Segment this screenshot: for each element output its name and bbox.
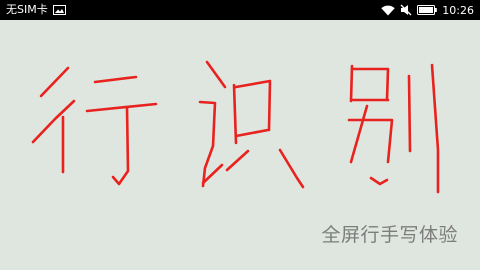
ink-stroke bbox=[232, 83, 238, 145]
ink-strokes bbox=[31, 60, 440, 194]
ink-stroke bbox=[349, 104, 369, 164]
ink-stroke bbox=[347, 118, 394, 164]
status-bar-left: 无SIM卡 bbox=[6, 0, 66, 20]
ink-stroke bbox=[85, 102, 158, 113]
ink-stroke bbox=[225, 149, 250, 172]
ink-stroke bbox=[278, 148, 305, 189]
ink-stroke bbox=[93, 75, 138, 84]
clock-time: 10:26 bbox=[442, 3, 474, 17]
ink-stroke bbox=[369, 176, 389, 186]
ink-stroke bbox=[407, 74, 412, 153]
battery-icon bbox=[417, 5, 438, 15]
wifi-icon bbox=[381, 5, 395, 16]
ink-stroke bbox=[234, 128, 270, 138]
ink-stroke bbox=[430, 63, 440, 194]
ink-stroke bbox=[111, 105, 130, 186]
fullscreen-handwriting-caption: 全屏行手写体验 bbox=[321, 224, 458, 246]
ink-stroke bbox=[31, 99, 76, 144]
mute-icon bbox=[400, 4, 412, 16]
status-bar: 无SIM卡 10:26 bbox=[0, 0, 480, 20]
ink-stroke bbox=[349, 64, 354, 103]
ink-stroke bbox=[234, 79, 272, 132]
status-bar-right: 10:26 bbox=[381, 0, 474, 20]
ink-stroke bbox=[351, 67, 390, 102]
ink-stroke bbox=[39, 66, 70, 98]
carrier-label: 无SIM卡 bbox=[6, 3, 48, 16]
image-notification-icon bbox=[52, 5, 66, 15]
ink-stroke bbox=[205, 60, 227, 89]
